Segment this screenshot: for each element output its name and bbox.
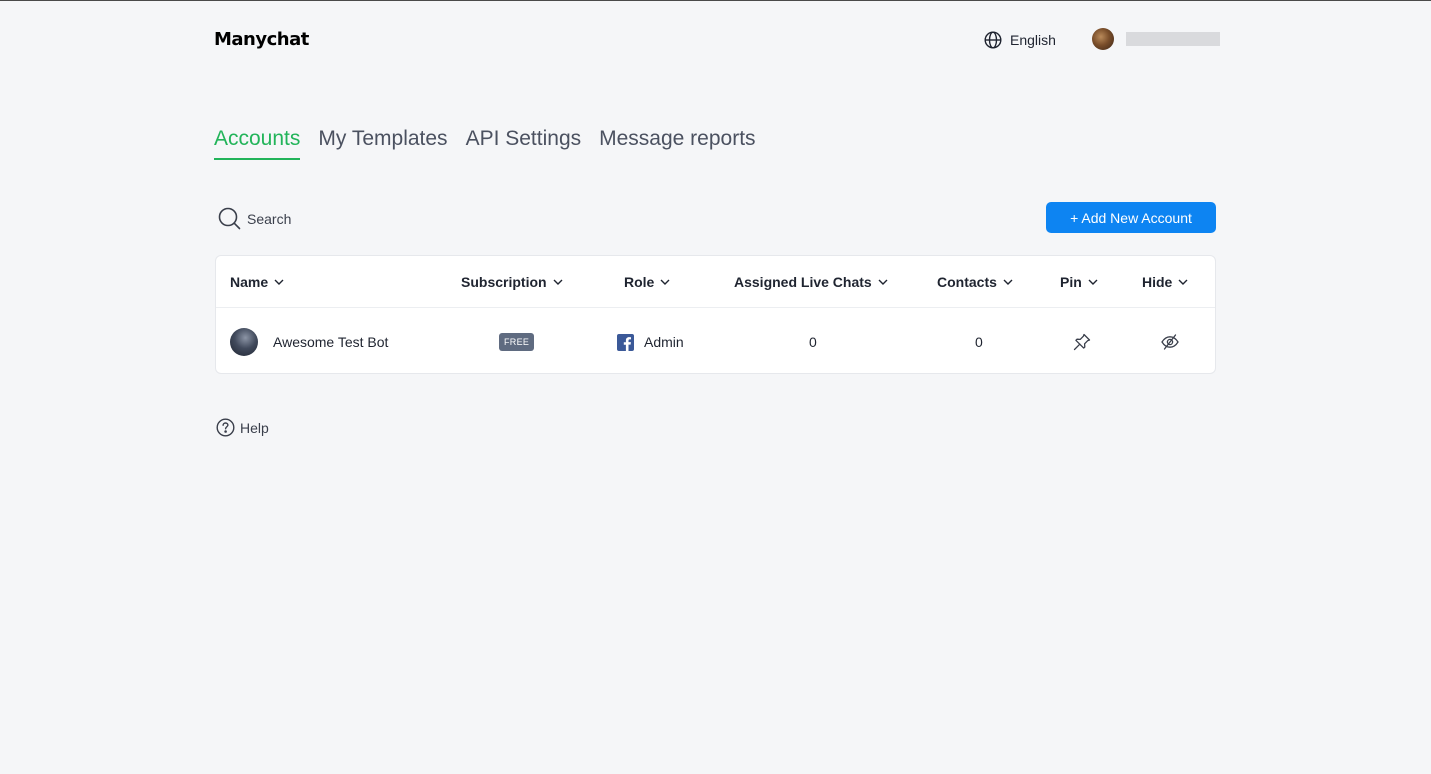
manychat-logo[interactable]: Manychat: [214, 29, 309, 50]
pin-button[interactable]: [1072, 332, 1092, 352]
add-new-account-button[interactable]: + Add New Account: [1046, 202, 1216, 233]
globe-icon: [984, 31, 1002, 49]
assigned-live-chats-cell: 0: [809, 309, 817, 375]
search-placeholder: Search: [247, 210, 292, 227]
main-tabs: Accounts My Templates API Settings Messa…: [214, 127, 756, 160]
avatar[interactable]: [1092, 28, 1114, 50]
column-header-hide[interactable]: Hide: [1142, 274, 1188, 290]
column-label: Subscription: [461, 274, 547, 290]
table-header: Name Subscription Role Assigned Live Cha…: [216, 256, 1215, 308]
column-header-assigned-live-chats[interactable]: Assigned Live Chats: [734, 274, 888, 290]
user-menu[interactable]: [1092, 28, 1220, 50]
accounts-table: Name Subscription Role Assigned Live Cha…: [215, 255, 1216, 374]
chevron-down-icon: [274, 279, 284, 285]
column-header-role[interactable]: Role: [624, 274, 670, 290]
tab-message-reports[interactable]: Message reports: [599, 127, 755, 160]
help-label: Help: [240, 419, 269, 436]
contacts-cell: 0: [975, 309, 983, 375]
eye-off-icon: [1161, 334, 1179, 350]
chevron-down-icon: [1088, 279, 1098, 285]
facebook-icon: [617, 333, 634, 351]
column-header-subscription[interactable]: Subscription: [461, 274, 563, 290]
hide-button[interactable]: [1160, 332, 1180, 352]
account-name-cell[interactable]: Awesome Test Bot: [230, 309, 388, 375]
chevron-down-icon: [878, 279, 888, 285]
user-name-redacted: [1126, 32, 1220, 46]
tab-accounts[interactable]: Accounts: [214, 127, 301, 160]
search-icon: [218, 207, 241, 230]
subscription-cell: FREE: [499, 309, 535, 375]
tab-my-templates[interactable]: My Templates: [318, 127, 447, 160]
column-label: Assigned Live Chats: [734, 274, 872, 290]
column-label: Pin: [1060, 274, 1082, 290]
column-label: Name: [230, 274, 269, 290]
hide-cell: [1160, 309, 1180, 375]
pin-icon: [1073, 333, 1091, 351]
search-input[interactable]: Search: [218, 207, 291, 230]
column-header-pin[interactable]: Pin: [1060, 274, 1098, 290]
question-circle-icon: [216, 418, 235, 437]
column-header-name[interactable]: Name: [230, 274, 284, 290]
account-name: Awesome Test Bot: [273, 334, 389, 350]
column-header-contacts[interactable]: Contacts: [937, 274, 1013, 290]
chevron-down-icon: [660, 279, 670, 285]
chevron-down-icon: [1178, 279, 1188, 285]
chevron-down-icon: [1003, 279, 1013, 285]
role-cell: Admin: [617, 309, 684, 375]
contacts-value: 0: [975, 334, 983, 350]
help-link[interactable]: Help: [216, 418, 269, 437]
language-selector[interactable]: English: [984, 31, 1056, 49]
column-label: Role: [624, 274, 655, 290]
language-label: English: [1010, 32, 1056, 48]
assigned-live-chats-value: 0: [809, 334, 817, 350]
column-label: Contacts: [937, 274, 997, 290]
column-label: Hide: [1142, 274, 1173, 290]
bot-avatar: [230, 328, 258, 356]
tab-api-settings[interactable]: API Settings: [466, 127, 582, 160]
top-header: Manychat English: [214, 27, 1220, 55]
subscription-badge: FREE: [499, 333, 535, 351]
pin-cell: [1072, 309, 1092, 375]
chevron-down-icon: [553, 279, 563, 285]
table-row[interactable]: Awesome Test Bot FREE Admin 0 0: [216, 309, 1215, 375]
role-label: Admin: [644, 334, 684, 350]
